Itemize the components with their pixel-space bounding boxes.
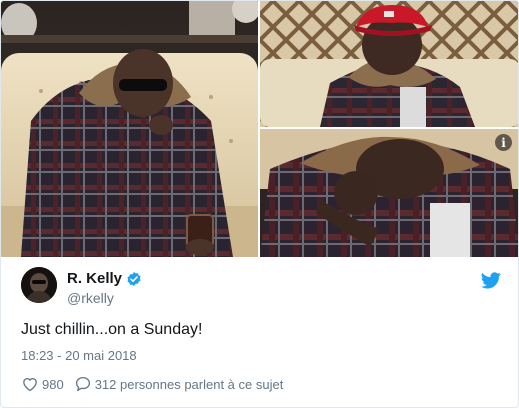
speech-bubble-icon	[75, 376, 90, 392]
heart-icon	[23, 378, 37, 392]
name-row: R. Kelly	[67, 270, 142, 287]
avatar[interactable]	[21, 267, 57, 303]
user-handle[interactable]: @rkelly	[67, 290, 114, 306]
media-grid: i	[1, 1, 518, 257]
conversation-count: 312 personnes parlent à ce sujet	[94, 376, 284, 392]
photo-2-image	[260, 1, 518, 127]
like-button[interactable]: 980	[21, 375, 64, 393]
photo-1-image	[1, 1, 258, 257]
embedded-tweet-card: i R. Kelly @rkelly Just chillin...on a S…	[0, 0, 519, 408]
tweet-timestamp[interactable]: 18:23 - 20 mai 2018	[21, 348, 137, 363]
photo-2[interactable]	[260, 1, 518, 127]
avatar-image	[21, 267, 57, 303]
tweet-actions: 980 312 personnes parlent à ce sujet	[21, 375, 283, 393]
tweet-header: R. Kelly @rkelly	[21, 267, 501, 311]
photo-3-image	[260, 129, 518, 257]
photo-3[interactable]: i	[260, 129, 518, 257]
reply-button[interactable]: 312 personnes parlent à ce sujet	[74, 375, 284, 393]
tweet-text: Just chillin...on a Sunday!	[21, 321, 203, 338]
photo-1[interactable]	[1, 1, 258, 257]
twitter-bird-icon[interactable]	[481, 272, 501, 289]
verified-badge-icon	[127, 271, 141, 286]
divider	[21, 369, 498, 370]
like-count: 980	[42, 376, 64, 392]
display-name[interactable]: R. Kelly	[67, 270, 122, 287]
info-icon[interactable]: i	[495, 134, 512, 151]
